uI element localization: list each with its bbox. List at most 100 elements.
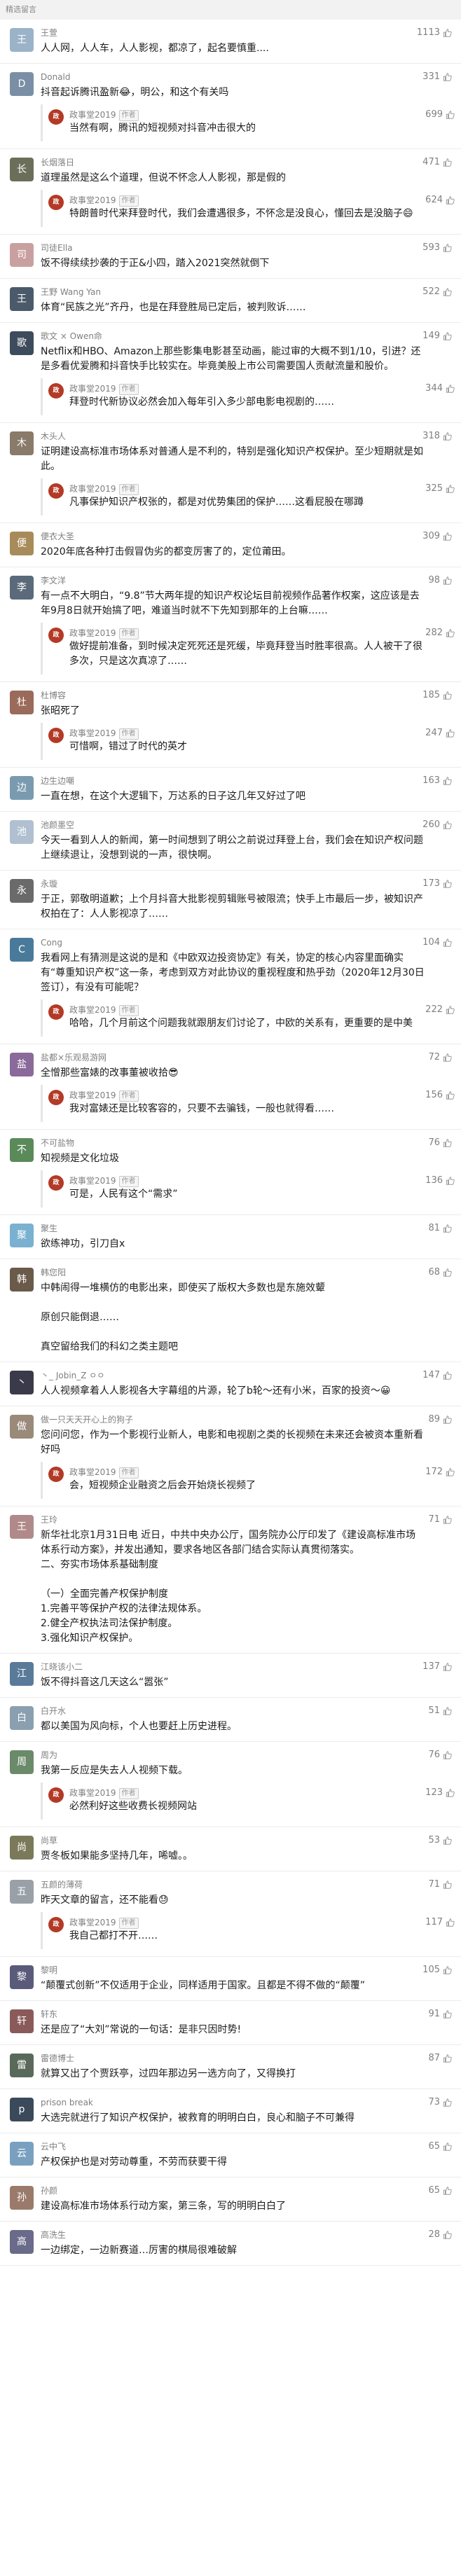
author-avatar[interactable]: 政 [48, 1004, 64, 1020]
comment-item: C Cong 104 我看网上有猜测是这说的是和《中欧双边投资协定》有关，协定的… [0, 929, 461, 1044]
like-button[interactable]: 71 [428, 1878, 453, 1891]
author-avatar[interactable]: 政 [48, 1175, 64, 1191]
author-avatar[interactable]: 政 [48, 728, 64, 743]
avatar[interactable]: 池 [10, 820, 34, 844]
reply-like-button[interactable]: 117 [425, 1916, 455, 1929]
like-button[interactable]: 91 [428, 2008, 453, 2021]
avatar[interactable]: 司 [10, 243, 34, 267]
avatar[interactable]: 永 [10, 879, 34, 903]
like-button[interactable]: 53 [428, 1834, 453, 1847]
like-button[interactable]: 318 [422, 430, 453, 443]
like-button[interactable]: 331 [422, 71, 453, 83]
like-button[interactable]: 1113 [417, 27, 453, 39]
commenter-name: 聚生 [41, 1224, 58, 1233]
avatar[interactable]: 白 [10, 1706, 34, 1730]
reply-like-button[interactable]: 123 [425, 1787, 455, 1799]
author-avatar[interactable]: 政 [48, 1467, 64, 1482]
reply-like-button[interactable]: 699 [425, 109, 455, 121]
avatar[interactable]: D [10, 72, 34, 96]
like-count: 76 [428, 1750, 440, 1760]
like-button[interactable]: 51 [428, 1705, 453, 1717]
avatar[interactable]: 孙 [10, 2186, 34, 2210]
comments-list: 王 王萱 1113 人人网，人人车，人人影视，都凉了，起名要慎重.... D D… [0, 20, 461, 2266]
like-button[interactable]: 71 [428, 1514, 453, 1526]
avatar[interactable]: 聚 [10, 1224, 34, 1247]
author-avatar[interactable]: 政 [48, 383, 64, 399]
like-button[interactable]: 260 [422, 819, 453, 831]
like-button[interactable]: 105 [422, 1964, 453, 1976]
avatar[interactable]: 做 [10, 1415, 34, 1439]
author-avatar[interactable]: 政 [48, 1917, 64, 1932]
reply-like-button[interactable]: 282 [425, 627, 455, 639]
like-button[interactable]: 73 [428, 2096, 453, 2109]
like-button[interactable]: 147 [422, 1369, 453, 1382]
like-button[interactable]: 76 [428, 1137, 453, 1149]
avatar[interactable]: 杜 [10, 691, 34, 714]
like-button[interactable]: 89 [428, 1413, 453, 1426]
avatar[interactable]: C [10, 938, 34, 962]
like-button[interactable]: 76 [428, 1749, 453, 1761]
avatar[interactable]: 李 [10, 576, 34, 600]
like-button[interactable]: 522 [422, 286, 453, 298]
avatar[interactable]: 王 [10, 28, 34, 52]
thumb-up-icon [443, 1836, 453, 1846]
reply-like-button[interactable]: 344 [425, 382, 455, 395]
author-avatar[interactable]: 政 [48, 628, 64, 643]
reply-like-button[interactable]: 136 [425, 1175, 455, 1187]
like-button[interactable]: 173 [422, 878, 453, 890]
reply-like-button[interactable]: 222 [425, 1004, 455, 1016]
reply-like-button[interactable]: 624 [425, 194, 455, 207]
reply-like-button[interactable]: 247 [425, 727, 455, 740]
avatar[interactable]: 轩 [10, 2009, 34, 2033]
comment-item: 盐 盐都×乐观易游网 72 全憎那些富婊的改事董被收拾😎 政 政事堂2019 作者… [0, 1044, 461, 1130]
avatar[interactable]: 黎 [10, 1965, 34, 1989]
avatar[interactable]: 长 [10, 158, 34, 181]
like-button[interactable]: 185 [422, 689, 453, 702]
author-avatar[interactable]: 政 [48, 483, 64, 499]
author-avatar[interactable]: 政 [48, 1090, 64, 1105]
like-button[interactable]: 471 [422, 156, 453, 169]
like-button[interactable]: 163 [422, 775, 453, 787]
avatar[interactable]: 歌 [10, 331, 34, 355]
comment-text: 您问问您，作为一个影视行业新人，电影和电视剧之类的长视频在未来还会被资本重新看好… [41, 1429, 423, 1455]
avatar[interactable]: 周 [10, 1750, 34, 1774]
reply-like-button[interactable]: 172 [425, 1466, 455, 1479]
avatar[interactable]: 木 [10, 431, 34, 455]
avatar[interactable]: 云 [10, 2142, 34, 2166]
like-button[interactable]: 65 [428, 2184, 453, 2197]
avatar[interactable]: 丶 [10, 1371, 34, 1394]
like-button[interactable]: 81 [428, 1222, 453, 1235]
like-button[interactable]: 65 [428, 2140, 453, 2153]
avatar[interactable]: 不 [10, 1138, 34, 1162]
like-button[interactable]: 98 [428, 574, 453, 587]
avatar[interactable]: 韩 [10, 1268, 34, 1292]
like-button[interactable]: 137 [422, 1661, 453, 1673]
commenter-name: 孙颜 [41, 2186, 58, 2196]
like-button[interactable]: 104 [422, 936, 453, 949]
avatar[interactable]: 便 [10, 532, 34, 555]
like-button[interactable]: 28 [428, 2229, 453, 2241]
author-avatar[interactable]: 政 [48, 1787, 64, 1803]
like-button[interactable]: 68 [428, 1266, 453, 1279]
like-button[interactable]: 593 [422, 242, 453, 254]
author-avatar[interactable]: 政 [48, 109, 64, 125]
avatar[interactable]: 王 [10, 287, 34, 311]
avatar[interactable]: 王 [10, 1515, 34, 1539]
avatar[interactable]: 盐 [10, 1053, 34, 1076]
reply-like-button[interactable]: 325 [425, 483, 455, 495]
author-avatar[interactable]: 政 [48, 195, 64, 210]
avatar[interactable]: 江 [10, 1662, 34, 1686]
comment-text: Netflix和HBO、Amazon上那些影集电影甚至动画，能过审的大概不到1/… [41, 346, 421, 372]
thumb-up-icon [443, 1053, 453, 1062]
avatar[interactable]: 五 [10, 1880, 34, 1904]
avatar[interactable]: 边 [10, 776, 34, 800]
like-button[interactable]: 87 [428, 2052, 453, 2065]
like-button[interactable]: 72 [428, 1051, 453, 1064]
like-button[interactable]: 149 [422, 330, 453, 342]
avatar[interactable]: p [10, 2098, 34, 2121]
reply-like-button[interactable]: 156 [425, 1089, 455, 1102]
like-button[interactable]: 309 [422, 530, 453, 543]
avatar[interactable]: 雷 [10, 2054, 34, 2077]
avatar[interactable]: 尚 [10, 1836, 34, 1860]
avatar[interactable]: 高 [10, 2230, 34, 2254]
